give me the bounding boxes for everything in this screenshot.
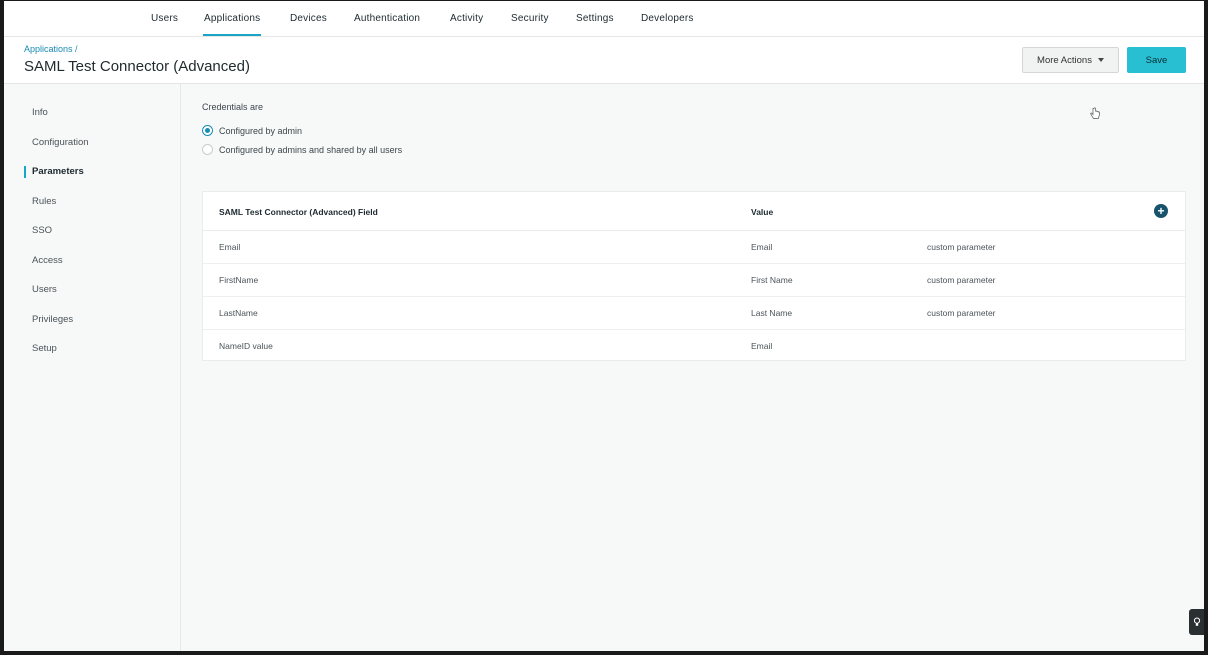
sidebar-item-sso[interactable]: SSO [32, 225, 52, 236]
sidebar: Info Configuration Parameters Rules SSO … [4, 84, 181, 651]
page-title: SAML Test Connector (Advanced) [24, 58, 250, 75]
chevron-down-icon [1097, 58, 1104, 62]
cell-value: First Name [751, 275, 793, 285]
radio-configured-by-admin[interactable]: Configured by admin [202, 125, 302, 136]
plus-circle-icon: + [1157, 204, 1165, 218]
cell-value: Last Name [751, 308, 793, 318]
add-parameter-button[interactable]: + [1154, 204, 1168, 218]
nav-tab-applications[interactable]: Applications [202, 1, 262, 37]
credentials-label: Credentials are [202, 102, 264, 112]
radio-label: Configured by admins and shared by all u… [219, 144, 403, 155]
hand-pointer-icon [1090, 107, 1100, 119]
nav-tab-security[interactable]: Security [511, 1, 549, 37]
active-indicator [24, 166, 26, 178]
sidebar-item-privileges[interactable]: Privileges [32, 314, 73, 325]
radio-selected-icon[interactable] [202, 125, 213, 136]
sidebar-item-access[interactable]: Access [32, 255, 63, 266]
radio-shared-by-all-users[interactable]: Configured by admins and shared by all u… [202, 144, 402, 155]
cell-note: custom parameter [927, 275, 996, 285]
more-actions-button[interactable]: More Actions [1022, 47, 1119, 73]
cell-note: custom parameter [927, 308, 996, 318]
cell-field: FirstName [219, 275, 259, 285]
radio-unselected-icon[interactable] [202, 144, 213, 155]
sidebar-item-info[interactable]: Info [32, 107, 48, 118]
table-row[interactable]: Email Email custom parameter [203, 231, 1185, 264]
breadcrumb[interactable]: Applications / [24, 44, 78, 54]
nav-tab-activity[interactable]: Activity [450, 1, 483, 37]
more-actions-label: More Actions [1037, 54, 1092, 66]
cell-value: Email [751, 341, 773, 351]
sidebar-item-users[interactable]: Users [32, 284, 57, 295]
table-row[interactable]: FirstName First Name custom parameter [203, 264, 1185, 297]
sidebar-item-parameters[interactable]: Parameters [32, 166, 84, 177]
sidebar-item-setup[interactable]: Setup [32, 343, 57, 354]
column-header-value: Value [751, 207, 774, 217]
sidebar-item-configuration[interactable]: Configuration [32, 137, 89, 148]
top-nav: Users Applications Devices Authenticatio… [4, 1, 1204, 37]
save-button[interactable]: Save [1127, 47, 1186, 73]
nav-tab-users[interactable]: Users [151, 1, 178, 37]
sidebar-item-rules[interactable]: Rules [32, 196, 56, 207]
nav-tab-authentication[interactable]: Authentication [354, 1, 420, 37]
nav-tab-devices[interactable]: Devices [290, 1, 327, 37]
app-window: Users Applications Devices Authenticatio… [4, 1, 1204, 651]
cell-note: custom parameter [927, 242, 996, 252]
table-row[interactable]: LastName Last Name custom parameter [203, 297, 1185, 330]
nav-tab-developers[interactable]: Developers [641, 1, 694, 37]
radio-label: Configured by admin [219, 125, 303, 136]
cell-value: Email [751, 242, 773, 252]
cell-field: Email [219, 242, 241, 252]
nav-tab-settings[interactable]: Settings [576, 1, 614, 37]
column-header-field: SAML Test Connector (Advanced) Field [219, 207, 378, 217]
help-tab[interactable] [1189, 609, 1204, 635]
cell-field: NameID value [219, 341, 273, 351]
table-row[interactable]: NameID value Email [203, 330, 1185, 363]
table-header: SAML Test Connector (Advanced) Field Val… [203, 192, 1185, 231]
parameters-table: SAML Test Connector (Advanced) Field Val… [202, 191, 1186, 361]
cell-field: LastName [219, 308, 258, 318]
lightbulb-icon [1193, 617, 1200, 626]
page-header: Applications / SAML Test Connector (Adva… [4, 37, 1204, 84]
